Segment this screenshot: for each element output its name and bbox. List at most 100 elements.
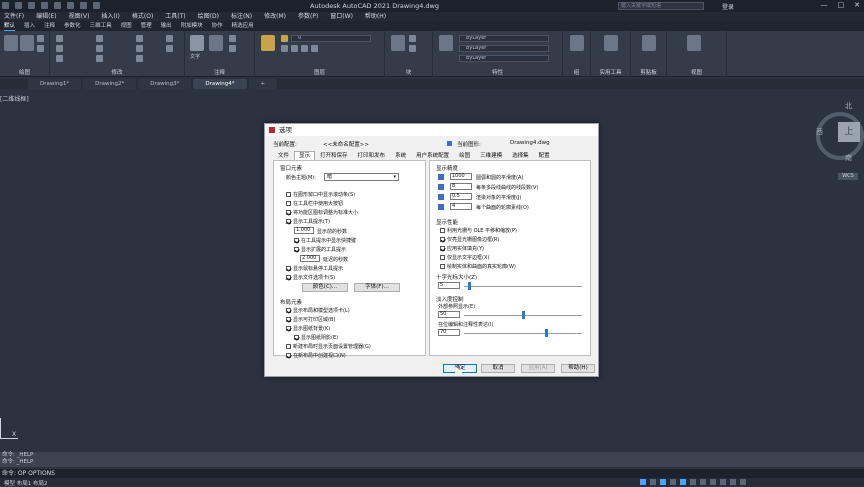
ribbon-tab-output[interactable]: 输出 xyxy=(161,21,172,31)
ribbon-tab-insert[interactable]: 插入 xyxy=(24,21,35,31)
layer-isolate-icon[interactable] xyxy=(281,45,288,52)
layer-dropdown[interactable]: 0 xyxy=(291,35,371,42)
layer-match-icon[interactable] xyxy=(311,45,318,52)
inplace-fade-input[interactable]: 70 xyxy=(438,329,460,336)
checkbox-solid-fill[interactable]: 应用实体填充(Y) xyxy=(440,245,484,252)
checkbox-rollover-tooltips[interactable]: 显示鼠标悬停工具提示 xyxy=(286,265,343,272)
tab-display[interactable]: 显示 xyxy=(294,151,316,160)
copy-icon[interactable] xyxy=(56,45,63,52)
edit-block-icon[interactable] xyxy=(409,45,416,52)
checkbox-extended-tooltips[interactable]: 显示扩展的工具提示 xyxy=(294,246,346,253)
otrack-icon[interactable] xyxy=(700,479,706,485)
workspace-gear-icon[interactable] xyxy=(730,479,736,485)
fillet-icon[interactable] xyxy=(136,45,143,52)
layer-properties-icon[interactable] xyxy=(261,35,275,51)
menu-file[interactable]: 文件(F) xyxy=(4,12,24,21)
menu-parametric[interactable]: 参数(P) xyxy=(298,12,318,21)
ribbon-tab-featured[interactable]: 精选应用 xyxy=(232,21,254,31)
viewcube-west[interactable]: 西 xyxy=(816,127,823,137)
extended-delay-input[interactable]: 2.000 xyxy=(300,255,320,262)
ribbon-panel-label[interactable]: 剪贴板 xyxy=(631,68,666,76)
search-input[interactable]: 键入关键字或短语 xyxy=(618,2,704,10)
paste-icon[interactable] xyxy=(642,35,656,51)
tab-user-preferences[interactable]: 用户系统配置 xyxy=(411,151,454,160)
doc-tab-drawing3[interactable]: Drawing3* xyxy=(138,79,192,89)
array-icon[interactable] xyxy=(136,55,143,62)
tab-open-save[interactable]: 打开和保存 xyxy=(315,151,353,160)
crosshair-size-input[interactable]: 5 xyxy=(438,282,460,289)
xref-fade-input[interactable]: 50 xyxy=(438,311,460,318)
checkbox-text-boundary[interactable]: 仅显示文字边框(X) xyxy=(440,254,489,261)
menu-window[interactable]: 窗口(W) xyxy=(330,12,353,21)
move-icon[interactable] xyxy=(56,35,63,42)
crosshair-size-slider[interactable] xyxy=(464,286,582,287)
crosshair-slider-thumb[interactable] xyxy=(468,282,472,290)
inplace-slider-thumb[interactable] xyxy=(545,329,549,337)
xref-slider-thumb[interactable] xyxy=(521,311,525,319)
layer-freeze-icon[interactable] xyxy=(291,45,298,52)
checkbox-tooltips[interactable]: 显示工具提示(T) xyxy=(286,218,330,225)
ribbon-panel-label[interactable]: 注释 xyxy=(185,68,254,76)
measure-icon[interactable] xyxy=(604,35,618,51)
trim-icon[interactable] xyxy=(136,35,143,42)
close-button[interactable]: ✕ xyxy=(854,1,860,9)
explode-icon[interactable] xyxy=(166,45,173,52)
model-space-icon[interactable] xyxy=(640,479,646,485)
tab-system[interactable]: 系统 xyxy=(390,151,411,160)
checkbox-large-buttons[interactable]: 在工具栏中使用大按钮 xyxy=(286,200,343,207)
ribbon-tab-collaborate[interactable]: 协作 xyxy=(212,21,223,31)
ribbon-tab-manage[interactable]: 管理 xyxy=(141,21,152,31)
viewport-icon[interactable] xyxy=(687,35,701,51)
minimize-button[interactable]: — xyxy=(821,1,828,9)
doc-tab-drawing1[interactable]: Drawing1* xyxy=(28,79,82,89)
dimension-icon[interactable] xyxy=(209,35,223,51)
viewport-style-label[interactable]: [二维线框] xyxy=(0,94,29,103)
text-icon[interactable] xyxy=(190,35,204,51)
ribbon-tab-annotate[interactable]: 注释 xyxy=(44,21,55,31)
new-tab-button[interactable]: + xyxy=(248,79,278,89)
tab-plot-publish[interactable]: 打印和发布 xyxy=(353,151,391,160)
tab-files[interactable]: 文件 xyxy=(273,151,294,160)
checkbox-printable-area[interactable]: 显示可打印区域(B) xyxy=(286,316,335,323)
save-icon[interactable] xyxy=(41,2,48,9)
tab-3d-modeling[interactable]: 三维建模 xyxy=(475,151,507,160)
ribbon-panel-label[interactable]: 图层 xyxy=(255,68,384,76)
fonts-button[interactable]: 字体(F)... xyxy=(354,283,400,292)
lineweight-icon[interactable] xyxy=(710,479,716,485)
checkbox-true-silhouettes[interactable]: 绘制实体和曲面的真实轮廓(W) xyxy=(440,263,516,270)
mirror-icon[interactable] xyxy=(96,45,103,52)
ribbon-tab-view[interactable]: 视图 xyxy=(121,21,132,31)
layer-lock-icon[interactable] xyxy=(301,45,308,52)
viewcube-north[interactable]: 北 xyxy=(845,101,852,111)
snap-icon[interactable] xyxy=(660,479,666,485)
osnap-icon[interactable] xyxy=(690,479,696,485)
print-icon[interactable] xyxy=(67,2,74,9)
ribbon-panel-label[interactable]: 视图 xyxy=(667,68,726,76)
menu-help[interactable]: 帮助(H) xyxy=(365,12,386,21)
polar-icon[interactable] xyxy=(680,479,686,485)
color-dropdown[interactable]: ByLayer xyxy=(459,35,549,42)
menu-modify[interactable]: 修改(M) xyxy=(264,12,286,21)
menu-draw[interactable]: 绘图(D) xyxy=(198,12,219,21)
cancel-button[interactable]: 取消 xyxy=(481,364,515,373)
polyline-tool-icon[interactable] xyxy=(20,35,34,51)
help-button[interactable]: 帮助(H) xyxy=(561,364,595,373)
lineweight-dropdown[interactable]: ByLayer xyxy=(459,55,549,62)
tab-profiles[interactable]: 配置 xyxy=(534,151,555,160)
apply-button[interactable]: 应用(A) xyxy=(521,364,555,373)
arc-tool-icon[interactable] xyxy=(37,45,44,52)
ribbon-tab-3dtools[interactable]: 三维工具 xyxy=(90,21,112,31)
grid-icon[interactable] xyxy=(650,479,656,485)
render-smoothness-input[interactable]: 0.5 xyxy=(450,193,472,200)
checkbox-paper-background[interactable]: 显示图纸背景(K) xyxy=(286,325,330,332)
contour-lines-input[interactable]: 4 xyxy=(450,203,472,210)
inplace-fade-slider[interactable] xyxy=(464,333,582,334)
rotate-icon[interactable] xyxy=(96,35,103,42)
insert-block-icon[interactable] xyxy=(391,35,405,51)
polyline-segments-input[interactable]: 8 xyxy=(450,183,472,190)
wcs-menu[interactable]: WCS xyxy=(838,173,858,180)
checkbox-paper-shadow[interactable]: 显示图纸阴影(E) xyxy=(294,334,338,341)
linetype-dropdown[interactable]: ByLayer xyxy=(459,45,549,52)
command-line-input[interactable]: 命令: OP OPTIONS xyxy=(0,469,864,478)
new-file-icon[interactable] xyxy=(15,2,22,9)
